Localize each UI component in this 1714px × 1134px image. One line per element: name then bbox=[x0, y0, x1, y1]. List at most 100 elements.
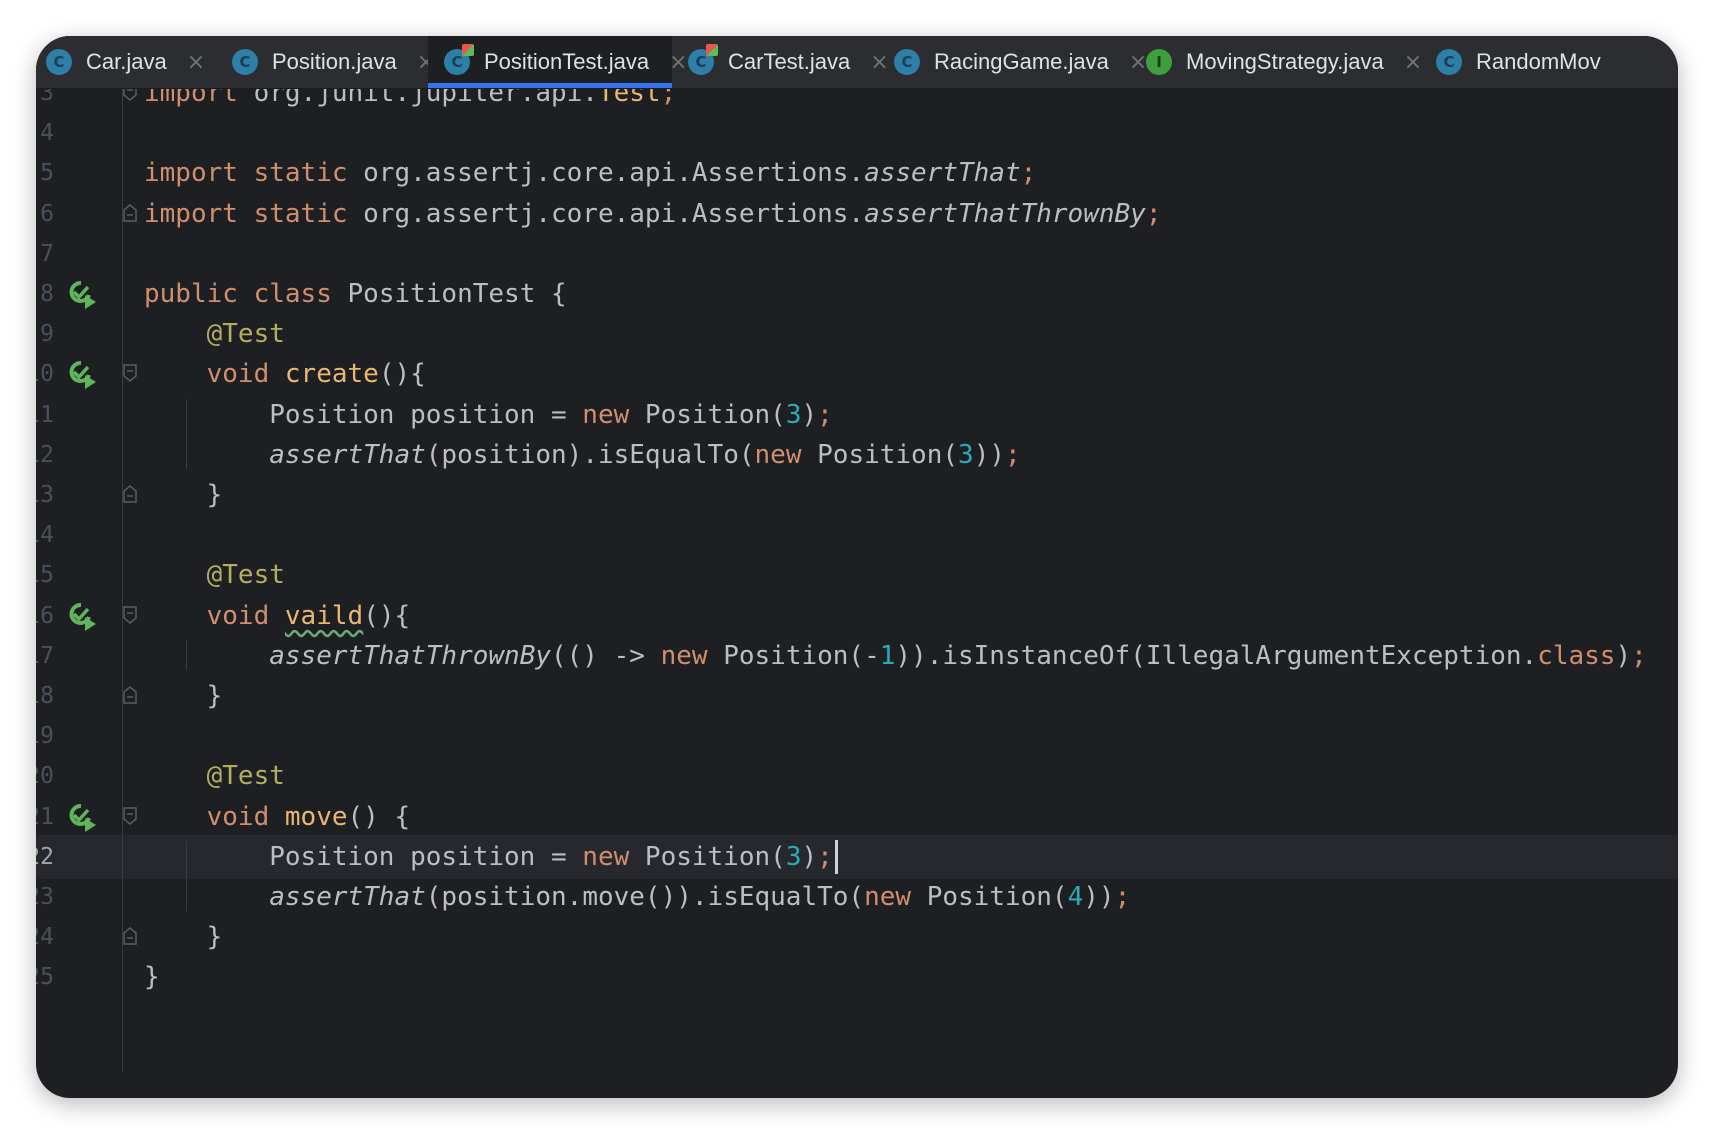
line-number: 15 bbox=[36, 562, 54, 589]
code-text: import static org.assertj.core.api.Asser… bbox=[144, 158, 1037, 189]
fold-marker-icon[interactable] bbox=[123, 485, 137, 503]
code-line[interactable]: 17 assertThatThrownBy(() -> new Position… bbox=[36, 634, 1678, 678]
code-text: void create(){ bbox=[206, 359, 426, 390]
line-number: 18 bbox=[36, 683, 54, 709]
line-number: 11 bbox=[36, 401, 54, 428]
code-text: @Test bbox=[206, 319, 285, 350]
fold-marker-icon[interactable] bbox=[123, 364, 137, 383]
line-number: 22 bbox=[36, 843, 54, 870]
class-file-icon: C bbox=[46, 49, 72, 75]
code-line[interactable]: 4 bbox=[36, 111, 1678, 155]
code-line[interactable]: 20 @Test bbox=[36, 754, 1678, 798]
code-text: assertThat(position).isEqualTo(new Posit… bbox=[269, 439, 1021, 470]
code-line[interactable]: 6 import static org.assertj.core.api.Asse… bbox=[36, 192, 1678, 236]
editor-tab-label: RandomMov bbox=[1476, 49, 1601, 74]
line-number: 21 bbox=[36, 803, 54, 830]
test-class-file-icon: C bbox=[688, 44, 718, 75]
code-line[interactable]: 25} bbox=[36, 955, 1678, 999]
indent-guide bbox=[122, 89, 123, 1072]
line-number: 6 bbox=[40, 200, 54, 227]
code-line[interactable]: 24 } bbox=[36, 915, 1678, 959]
class-file-icon: C bbox=[1436, 49, 1462, 75]
code-text: Position position = new Position(3); bbox=[144, 399, 833, 430]
editor-tab[interactable]: C RandomMov bbox=[1420, 36, 1678, 88]
editor-tab[interactable]: C CarTest.java × bbox=[672, 36, 889, 88]
text-caret bbox=[834, 840, 838, 875]
code-line[interactable]: 19 bbox=[36, 714, 1678, 758]
line-number: 13 bbox=[36, 482, 54, 508]
editor-tab-label: RacingGame.java bbox=[934, 49, 1109, 74]
fold-marker-icon[interactable] bbox=[123, 927, 137, 945]
fold-marker-icon[interactable] bbox=[123, 203, 137, 222]
line-number: 7 bbox=[40, 240, 54, 267]
code-line[interactable]: 16 void vaild(){ bbox=[36, 594, 1678, 638]
editor-tab[interactable]: C RacingGame.java × bbox=[878, 36, 1147, 88]
fold-marker-icon[interactable] bbox=[123, 89, 137, 101]
fold-marker-icon[interactable] bbox=[123, 686, 137, 704]
code-text: } bbox=[144, 962, 160, 993]
line-number: 25 bbox=[36, 964, 54, 991]
indent-guide bbox=[186, 639, 187, 670]
line-number: 17 bbox=[36, 642, 54, 669]
code-line[interactable]: 22 Position position = new Position(3); bbox=[36, 834, 1678, 879]
code-line[interactable]: 15 @Test bbox=[36, 553, 1678, 597]
line-number: 19 bbox=[36, 723, 54, 750]
code-text: @Test bbox=[206, 560, 285, 591]
editor-tab-label: Car.java bbox=[86, 49, 167, 74]
editor-tab-bar: C Car.java × C Position.java × C PositionTest.j… bbox=[36, 36, 1678, 89]
code-line[interactable]: 5 import static org.assertj.core.api.Asse… bbox=[36, 151, 1678, 195]
editor-tab-label: PositionTest.java bbox=[484, 49, 650, 74]
line-number: 9 bbox=[40, 321, 54, 348]
indent-guide bbox=[186, 840, 187, 911]
code-text: void vaild(){ bbox=[206, 600, 411, 631]
run-test-icon[interactable] bbox=[68, 279, 98, 309]
code-line[interactable]: 12 assertThat(position).isEqualTo(new Po… bbox=[36, 433, 1678, 477]
code-text: } bbox=[144, 681, 223, 711]
code-line[interactable]: 7 bbox=[36, 232, 1678, 276]
line-number: 10 bbox=[36, 361, 54, 388]
code-text: assertThatThrownBy(() -> new Position(-1… bbox=[269, 640, 1647, 671]
run-test-icon[interactable] bbox=[68, 802, 98, 832]
code-text: void move() { bbox=[206, 801, 411, 832]
code-text: @Test bbox=[206, 761, 285, 792]
test-class-file-icon: C bbox=[444, 44, 474, 75]
code-line[interactable]: 14 bbox=[36, 513, 1678, 557]
editor-tab[interactable]: C Car.java × bbox=[36, 36, 216, 88]
line-number: 23 bbox=[36, 884, 54, 910]
code-text: public class PositionTest { bbox=[144, 279, 567, 309]
run-test-icon[interactable] bbox=[68, 601, 98, 631]
class-file-icon: C bbox=[894, 49, 920, 75]
line-number: 24 bbox=[36, 924, 54, 951]
editor-tab[interactable]: I MovingStrategy.java × bbox=[1130, 36, 1422, 88]
code-line[interactable]: 8 public class PositionTest { bbox=[36, 272, 1678, 316]
editor-tab[interactable]: C PositionTest.java × bbox=[428, 36, 688, 88]
line-number: 14 bbox=[36, 522, 54, 549]
close-tab-icon[interactable]: × bbox=[187, 50, 205, 75]
fold-marker-icon[interactable] bbox=[123, 605, 137, 624]
indent-guide bbox=[186, 398, 187, 469]
code-editor[interactable]: 3 import org.junit.jupiter.api.Test; 4 5 imp… bbox=[36, 89, 1678, 1098]
code-line[interactable]: 21 void move() { bbox=[36, 795, 1678, 839]
code-line[interactable]: 9 @Test bbox=[36, 312, 1678, 356]
editor-tab-label: CarTest.java bbox=[728, 49, 851, 74]
code-line[interactable]: 13 } bbox=[36, 473, 1678, 517]
run-test-icon[interactable] bbox=[68, 359, 98, 390]
code-line[interactable]: 23 assertThat(position.move()).isEqualTo… bbox=[36, 875, 1678, 919]
code-text: import static org.assertj.core.api.Asser… bbox=[144, 198, 1162, 229]
code-text: Position position = new Position(3); bbox=[144, 835, 838, 879]
code-line[interactable]: 10 void create(){ bbox=[36, 352, 1678, 396]
line-number: 16 bbox=[36, 602, 54, 629]
test-badge-icon bbox=[706, 44, 718, 56]
line-number: 12 bbox=[36, 441, 54, 468]
editor-tab[interactable]: C Position.java × bbox=[216, 36, 435, 88]
code-text: } bbox=[144, 480, 223, 510]
code-text: assertThat(position.move()).isEqualTo(ne… bbox=[269, 882, 1131, 912]
class-file-icon: C bbox=[232, 49, 258, 75]
editor-tab-label: Position.java bbox=[272, 49, 397, 74]
ide-window: C Car.java × C Position.java × C PositionTest.j… bbox=[36, 36, 1678, 1098]
code-line[interactable]: 11 Position position = new Position(3); bbox=[36, 393, 1678, 437]
interface-file-icon: I bbox=[1146, 49, 1172, 75]
code-line[interactable]: 18 } bbox=[36, 674, 1678, 718]
fold-marker-icon[interactable] bbox=[123, 806, 137, 825]
line-number: 5 bbox=[40, 160, 54, 187]
